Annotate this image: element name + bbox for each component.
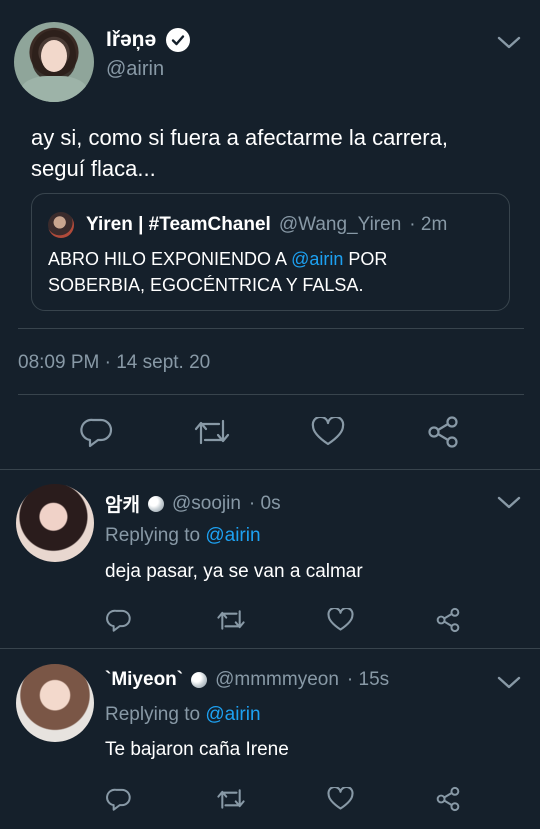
main-tweet-timestamp[interactable]: 08:09 PM · 14 sept. 20 — [18, 352, 210, 374]
reply-icon[interactable] — [106, 786, 132, 812]
quoted-tweet-mention-link[interactable]: @airin — [291, 249, 343, 269]
divider — [18, 328, 524, 329]
reply-avatar[interactable] — [16, 484, 94, 562]
replying-to-mention-link[interactable]: @airin — [205, 704, 260, 725]
main-tweet-text: ay si, como si fuera a afectarme la carr… — [31, 122, 448, 184]
main-tweet-author[interactable]: Iřəņə — [106, 28, 191, 52]
reply-time: · 0s — [248, 492, 281, 514]
verified-badge-icon — [166, 28, 191, 52]
quoted-tweet-text: ABRO HILO EXPONIENDO A @airin POR SOBERB… — [48, 246, 387, 298]
quoted-tweet-handle: @Wang_Yiren — [278, 214, 402, 235]
main-tweet-text-line: ay si, como si fuera a afectarme la carr… — [31, 125, 448, 150]
quoted-tweet-header: Yiren | #TeamChanel @Wang_Yiren · 2m — [86, 214, 447, 236]
chevron-down-icon[interactable] — [496, 35, 522, 51]
main-tweet-avatar[interactable] — [14, 22, 94, 102]
reply-time: · 15s — [346, 669, 390, 690]
retweet-icon[interactable] — [216, 787, 246, 811]
replying-to: Replying to @airin — [105, 525, 261, 547]
reply-handle[interactable]: @mmmmyeon — [215, 669, 339, 691]
like-icon[interactable] — [311, 417, 345, 447]
reply-text: Te bajaron caña Irene — [105, 739, 289, 760]
retweet-icon[interactable] — [216, 608, 246, 632]
reply-handle[interactable]: @soojin — [172, 493, 241, 515]
like-icon[interactable] — [327, 608, 354, 632]
replying-to: Replying to @airin — [105, 704, 261, 726]
chevron-down-icon[interactable] — [496, 495, 522, 516]
main-tweet-handle[interactable]: @airin — [106, 58, 164, 81]
share-icon[interactable] — [435, 786, 461, 812]
quoted-tweet-display-name: Yiren | #TeamChanel — [86, 214, 271, 235]
like-icon[interactable] — [327, 787, 354, 811]
divider — [18, 394, 524, 395]
main-tweet-display-name[interactable]: Iřəņə — [106, 28, 156, 52]
share-icon[interactable] — [426, 416, 460, 448]
divider — [0, 648, 540, 649]
reply-display-name[interactable]: 암캐 — [105, 490, 140, 517]
main-tweet-text-line: seguí flaca... — [31, 156, 156, 181]
divider — [0, 469, 540, 470]
reply-text: deja pasar, ya se van a calmar — [105, 561, 363, 582]
reply-icon[interactable] — [106, 607, 132, 633]
reply-display-name[interactable]: `Miyeon` — [105, 669, 183, 691]
replying-to-label: Replying to — [105, 704, 201, 725]
reply-header: 암캐 @soojin · 0s — [105, 490, 281, 517]
chevron-down-icon[interactable] — [496, 675, 522, 696]
quoted-tweet-text-part: POR — [343, 249, 388, 269]
quoted-tweet-avatar — [48, 212, 74, 238]
replying-to-mention-link[interactable]: @airin — [205, 525, 260, 546]
quoted-tweet-text-part: ABRO HILO EXPONIENDO A — [48, 249, 292, 269]
pearl-emoji-icon — [191, 672, 208, 688]
reply-header: `Miyeon` @mmmmyeon · 15s — [105, 669, 389, 691]
share-icon[interactable] — [435, 607, 461, 633]
quoted-tweet-time: · 2m — [409, 214, 448, 235]
retweet-icon[interactable] — [193, 417, 231, 447]
reply-icon[interactable] — [80, 416, 114, 448]
replying-to-label: Replying to — [105, 525, 201, 546]
pearl-emoji-icon — [147, 495, 164, 512]
reply-avatar[interactable] — [16, 664, 94, 742]
quoted-tweet-text-line: SOBERBIA, EGOCÉNTRICA Y FALSA. — [48, 275, 364, 295]
